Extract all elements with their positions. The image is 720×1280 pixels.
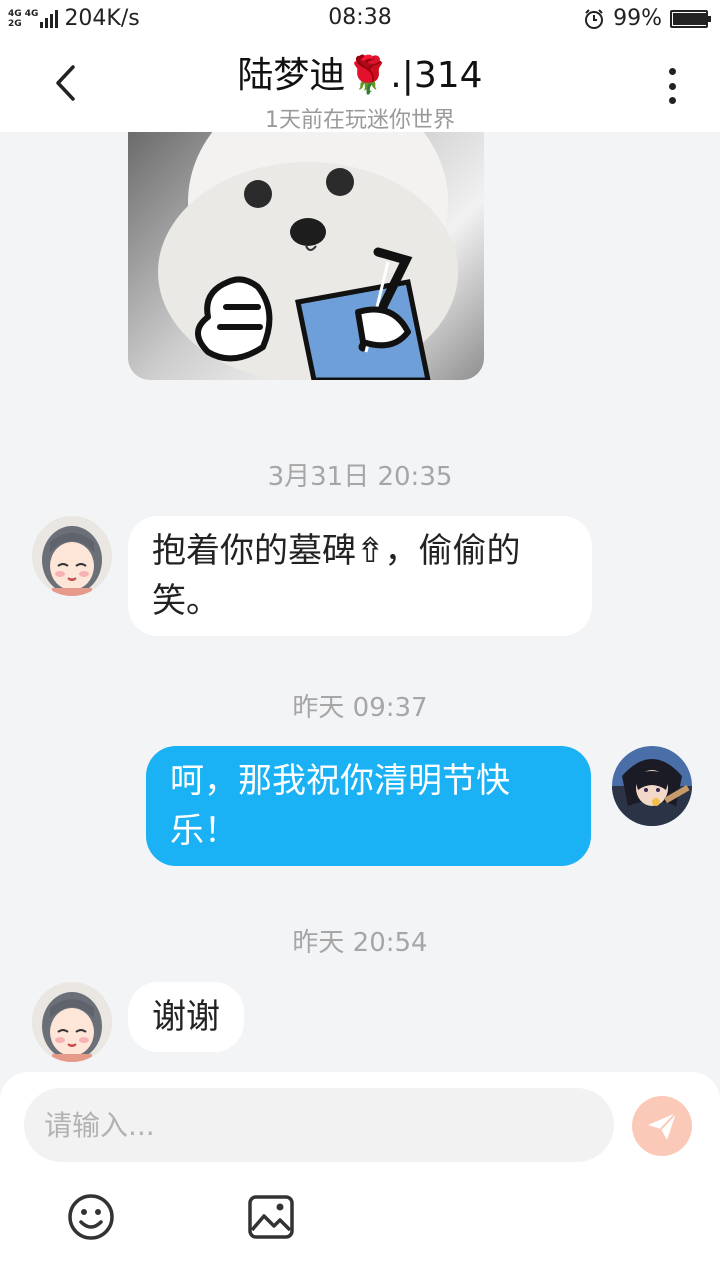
contact-status: 1天前在玩迷你世界 (265, 108, 455, 133)
message-text-line: 呵，那我祝你清明节快 (170, 761, 510, 801)
message-text-line: 谢谢 (152, 997, 220, 1037)
contact-name-suffix: .|314 (390, 55, 483, 96)
timestamp: 昨天 09:37 (292, 693, 428, 723)
anime-girl-avatar-icon (32, 516, 112, 596)
emoji-icon (68, 1194, 114, 1240)
message-bubble-incoming[interactable]: 谢谢 (128, 982, 244, 1052)
send-button[interactable] (632, 1096, 692, 1156)
message-bubble-outgoing[interactable]: 呵，那我祝你清明节快 乐！ (146, 746, 591, 866)
message-text-line: 抱着你的墓碑⇮，偷偷的 (152, 531, 521, 571)
message-text-line: 笑。 (152, 581, 220, 621)
status-bar: 4G 4G 2G 204K/s 08:38 99% (0, 0, 720, 38)
contact-info[interactable]: 陆梦迪🌹.|314 1天前在玩迷你世界 (120, 46, 600, 134)
battery-fill (673, 12, 707, 25)
chat-header: 陆梦迪🌹.|314 1天前在玩迷你世界 (0, 38, 720, 134)
more-button[interactable] (652, 64, 692, 108)
back-button[interactable] (40, 58, 90, 108)
input-bar (0, 1072, 720, 1280)
send-icon (648, 1112, 677, 1140)
battery-percent: 99% (613, 6, 662, 31)
contact-avatar[interactable] (32, 982, 112, 1062)
anime-boy-avatar-icon (612, 746, 692, 826)
timestamp: 3月31日 20:35 (267, 462, 453, 492)
dog-sticker[interactable] (128, 132, 484, 380)
chat-area[interactable]: 3月31日 20:35 抱着你的墓碑⇮，偷偷的 笑。 昨天 09:37 呵，那我… (0, 132, 720, 1072)
timestamp: 昨天 20:54 (292, 928, 428, 958)
contact-name: 陆梦迪🌹.|314 (120, 46, 600, 98)
dog-sticker-image (158, 132, 458, 380)
message-input[interactable] (24, 1088, 614, 1162)
message-text-line: 乐！ (170, 811, 238, 851)
more-dot (668, 97, 676, 104)
rose-emoji: 🌹 (345, 55, 391, 96)
image-icon (248, 1195, 294, 1239)
message-bubble-incoming[interactable]: 抱着你的墓碑⇮，偷偷的 笑。 (128, 516, 592, 636)
back-arrow-icon (56, 65, 75, 101)
emoji-button[interactable] (66, 1192, 116, 1242)
contact-avatar[interactable] (32, 516, 112, 596)
battery-icon (670, 9, 711, 28)
image-button[interactable] (246, 1192, 296, 1242)
more-dot (668, 82, 676, 90)
more-dots-icon (668, 68, 676, 75)
anime-girl-avatar-icon (32, 982, 112, 1062)
my-avatar[interactable] (612, 746, 692, 826)
contact-name-text: 陆梦迪 (237, 55, 346, 96)
alarm-icon (585, 8, 604, 29)
